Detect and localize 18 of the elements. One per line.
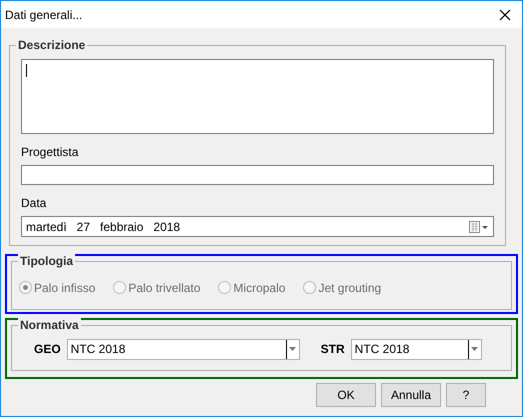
close-icon [499, 8, 511, 20]
dialog-button[interactable]: ? [446, 383, 486, 407]
dropdown-arrow-icon [289, 347, 296, 351]
standard-dropdown[interactable]: NTC 2018 [350, 338, 482, 360]
calendar-dropdown-icon [469, 220, 489, 232]
field-label: Data [21, 195, 48, 211]
designer-field[interactable] [21, 165, 494, 185]
dialog-button[interactable]: OK [316, 383, 376, 407]
dialog-button[interactable]: Annulla [381, 383, 441, 407]
dropdown-arrow-icon [471, 347, 478, 351]
window-title: Dati generali... [5, 6, 82, 24]
field-label: Progettista [21, 144, 80, 160]
field-label: GEO [34, 341, 61, 358]
field-label: STR [320, 341, 345, 358]
standard-dropdown[interactable]: NTC 2018 [66, 338, 300, 360]
group-title: Tipologia [18, 253, 76, 269]
date-picker[interactable]: martedì 27 febbraio 2018 [21, 216, 494, 237]
description-field[interactable] [21, 59, 494, 134]
